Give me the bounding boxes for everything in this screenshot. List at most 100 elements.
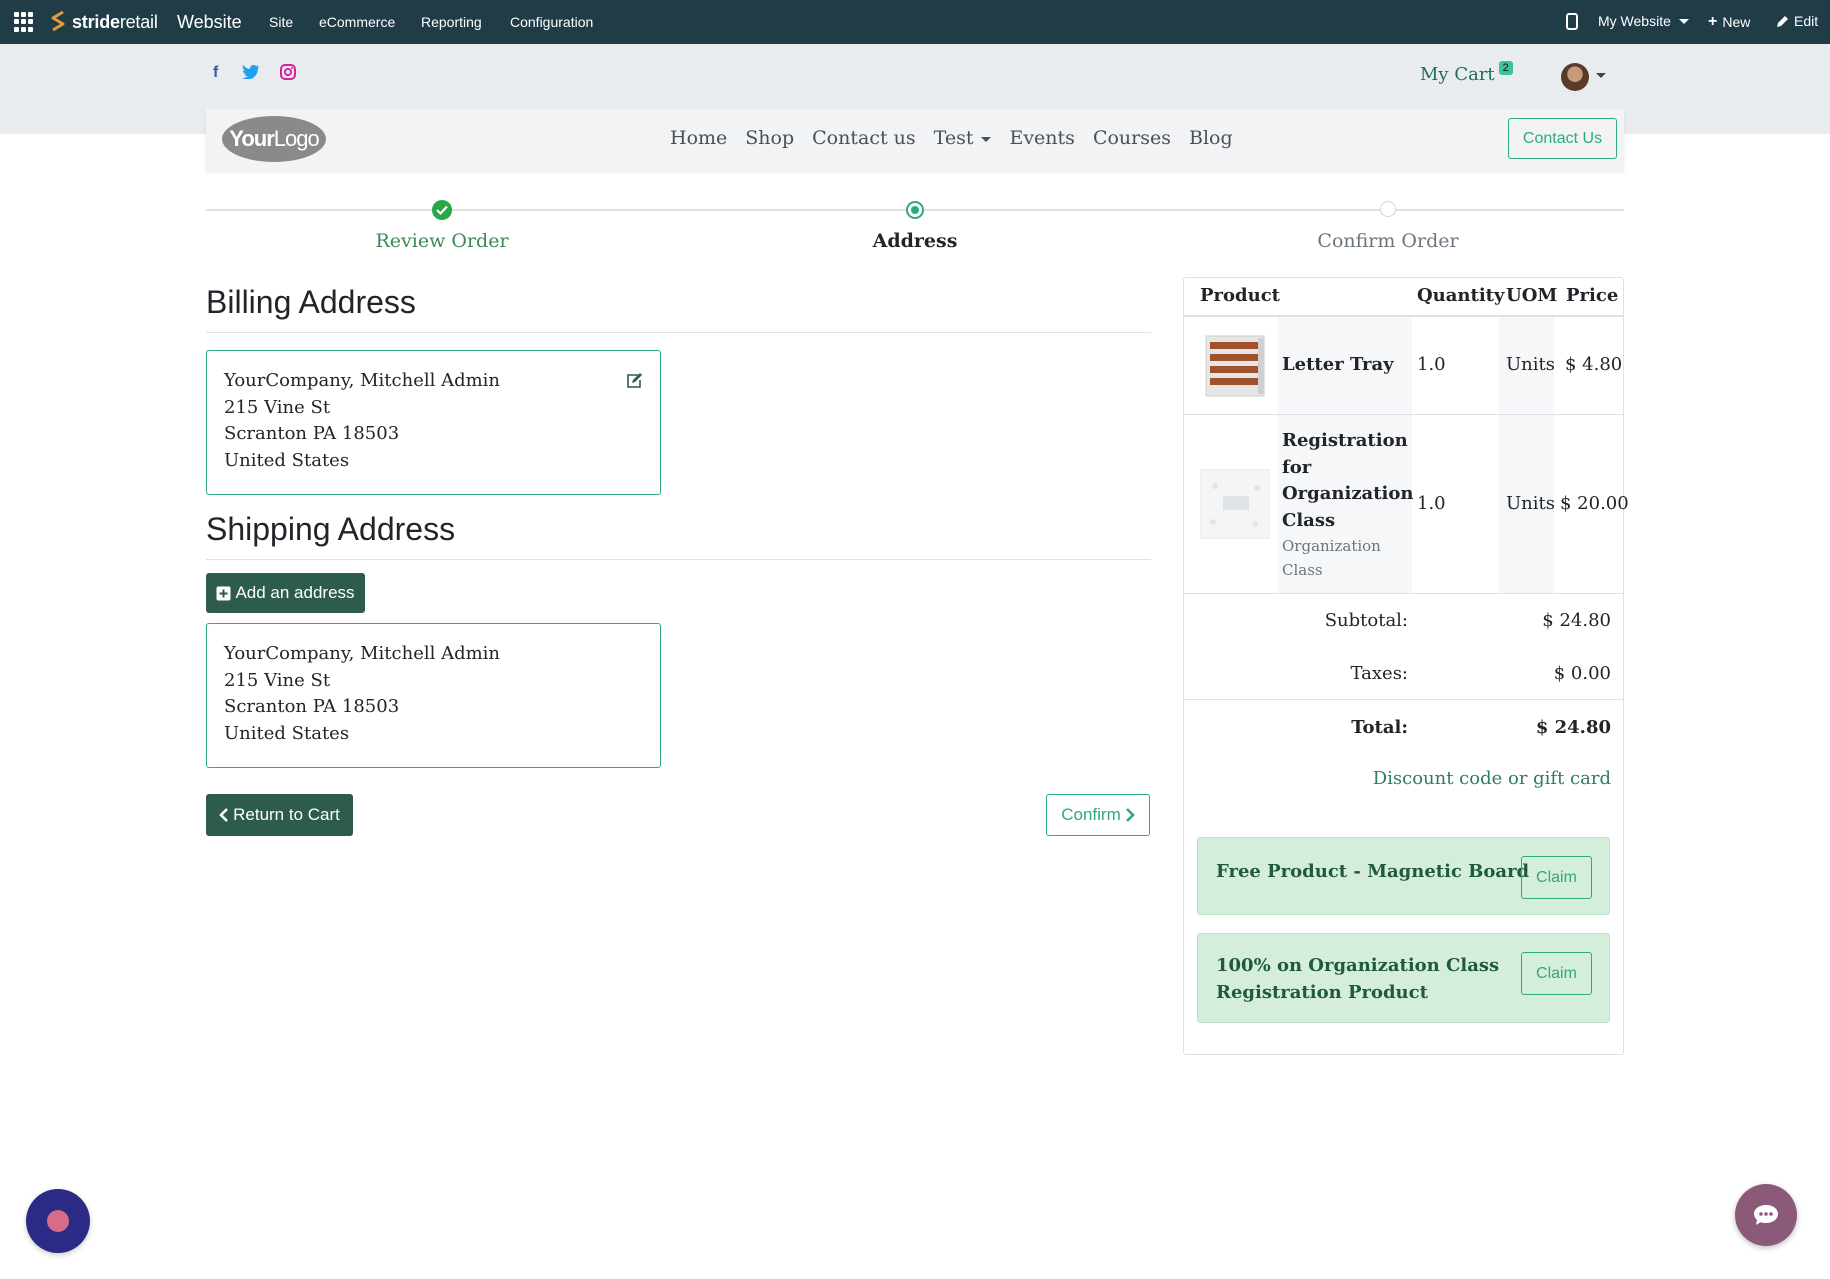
chevron-left-icon [219, 808, 229, 822]
menu-ecommerce[interactable]: eCommerce [319, 14, 395, 30]
promo-card: 100% on Organization Class Registration … [1197, 933, 1610, 1023]
nav-test-dropdown[interactable]: Test [934, 127, 992, 149]
product-image-letter-tray [1200, 332, 1270, 400]
step-review-order[interactable]: Review Order [375, 230, 508, 252]
confirm-label: Confirm [1061, 805, 1121, 824]
return-to-cart-label: Return to Cart [233, 805, 340, 824]
apps-grid-icon[interactable] [14, 12, 34, 32]
edit-label: Edit [1794, 13, 1819, 29]
twitter-icon[interactable] [242, 64, 260, 83]
promo-text: 100% on Organization Class Registration … [1216, 952, 1499, 1006]
subtotal-label: Subtotal: [1324, 610, 1408, 631]
subtotal-value: $ 24.80 [1542, 610, 1611, 631]
module-title[interactable]: Website [177, 12, 242, 33]
chevron-right-icon [1125, 808, 1135, 822]
brand-light: retail [119, 11, 158, 32]
address-line: Scranton PA 18503 [224, 696, 400, 717]
mobile-preview-icon[interactable] [1566, 13, 1578, 30]
brand-logo: strideretail [48, 10, 158, 34]
site-navbar: Your Logo Home Shop Contact us Test Event… [206, 109, 1624, 170]
item-uom: Units [1506, 493, 1555, 514]
logo-bold: Your [229, 126, 274, 151]
address-line: United States [224, 449, 350, 471]
col-header-uom: UOM [1506, 285, 1558, 306]
new-button[interactable]: + New [1708, 13, 1750, 31]
claim-button[interactable]: Claim [1521, 952, 1592, 995]
add-address-button[interactable]: Add an address [206, 573, 365, 613]
nav-contact-us[interactable]: Contact us [812, 127, 915, 149]
nav-blog[interactable]: Blog [1189, 127, 1233, 149]
item-price: $ 20.00 [1560, 493, 1629, 514]
my-cart-label: My Cart [1420, 64, 1495, 85]
chevron-down-icon[interactable] [1596, 73, 1606, 78]
menu-site[interactable]: Site [269, 14, 293, 30]
item-name-line: Registration [1282, 430, 1408, 451]
promo-card: Free Product - Magnetic Board Claim [1197, 837, 1610, 915]
contact-us-button[interactable]: Contact Us [1508, 118, 1617, 159]
claim-button[interactable]: Claim [1521, 856, 1592, 899]
nav-home[interactable]: Home [670, 127, 727, 149]
billing-address-card[interactable]: YourCompany, Mitchell Admin 215 Vine St … [206, 350, 661, 495]
step-address: Address [872, 230, 958, 252]
item-quantity: 1.0 [1417, 493, 1446, 514]
return-to-cart-button[interactable]: Return to Cart [206, 794, 353, 836]
step-confirm-order: Confirm Order [1317, 230, 1459, 252]
address-line: Scranton PA 18503 [224, 423, 400, 444]
nav-events[interactable]: Events [1009, 127, 1074, 149]
item-name[interactable]: Letter Tray [1282, 354, 1394, 375]
divider [206, 332, 1151, 333]
promo-text-line: Free Product - Magnetic Board [1216, 861, 1530, 882]
taxes-label: Taxes: [1350, 663, 1408, 684]
item-subtitle: Organization Class [1282, 534, 1381, 582]
address-line: YourCompany, Mitchell Admin [224, 370, 501, 391]
item-subtitle-line: Class [1282, 561, 1323, 579]
promo-text: Free Product - Magnetic Board [1216, 858, 1529, 885]
facebook-icon[interactable]: f [213, 64, 218, 82]
address-line: United States [224, 722, 350, 744]
chat-bubble-icon [1754, 1205, 1778, 1225]
divider [1184, 593, 1623, 594]
taxes-value: $ 0.00 [1553, 663, 1611, 684]
edit-button[interactable]: Edit [1776, 13, 1818, 29]
plus-square-icon [216, 586, 231, 600]
edit-icon[interactable] [625, 372, 643, 390]
avatar[interactable] [1561, 63, 1589, 91]
item-name[interactable]: Registration for Organization Class [1282, 428, 1413, 534]
pencil-icon [1777, 15, 1788, 27]
nav-shop[interactable]: Shop [745, 127, 794, 149]
instagram-icon[interactable] [280, 64, 296, 84]
item-subtitle-line: Organization [1282, 537, 1381, 555]
discount-code-link[interactable]: Discount code or gift card [1373, 768, 1611, 789]
pending-step-icon [1380, 201, 1396, 217]
website-selector[interactable]: My Website [1598, 13, 1689, 29]
nav-courses[interactable]: Courses [1093, 127, 1171, 149]
item-name-line: Class [1282, 509, 1336, 531]
assistant-launcher-button[interactable] [26, 1189, 90, 1253]
chevron-down-icon [981, 136, 992, 142]
live-chat-button[interactable] [1735, 1184, 1797, 1246]
cart-count-badge: 2 [1498, 61, 1513, 75]
promo-text-line: Registration Product [1216, 982, 1428, 1003]
brand-bold: stride [72, 11, 120, 32]
plus-icon: + [1708, 13, 1718, 30]
total-value: $ 24.80 [1535, 717, 1611, 738]
item-name-line: for [1282, 456, 1312, 478]
item-name-line: Organization [1282, 483, 1414, 504]
current-step-icon [906, 201, 924, 219]
assistant-dot-icon [47, 1210, 69, 1232]
menu-reporting[interactable]: Reporting [421, 14, 482, 30]
promo-text-line: 100% on Organization Class [1216, 955, 1500, 976]
site-logo[interactable]: Your Logo [222, 116, 326, 162]
divider [206, 559, 1151, 560]
admin-topbar: strideretail Website Site eCommerce Repo… [0, 0, 1830, 44]
address-line: 215 Vine St [224, 396, 331, 418]
my-cart-link[interactable]: My Cart 2 [1420, 61, 1513, 85]
col-header-product: Product [1200, 285, 1280, 306]
item-price: $ 4.80 [1565, 354, 1623, 375]
nav-test-label: Test [933, 127, 974, 149]
shipping-address-card[interactable]: YourCompany, Mitchell Admin 215 Vine St … [206, 623, 661, 768]
confirm-button[interactable]: Confirm [1046, 794, 1150, 836]
menu-configuration[interactable]: Configuration [510, 14, 593, 30]
item-uom: Units [1506, 354, 1555, 375]
stride-logo-icon [51, 10, 65, 32]
